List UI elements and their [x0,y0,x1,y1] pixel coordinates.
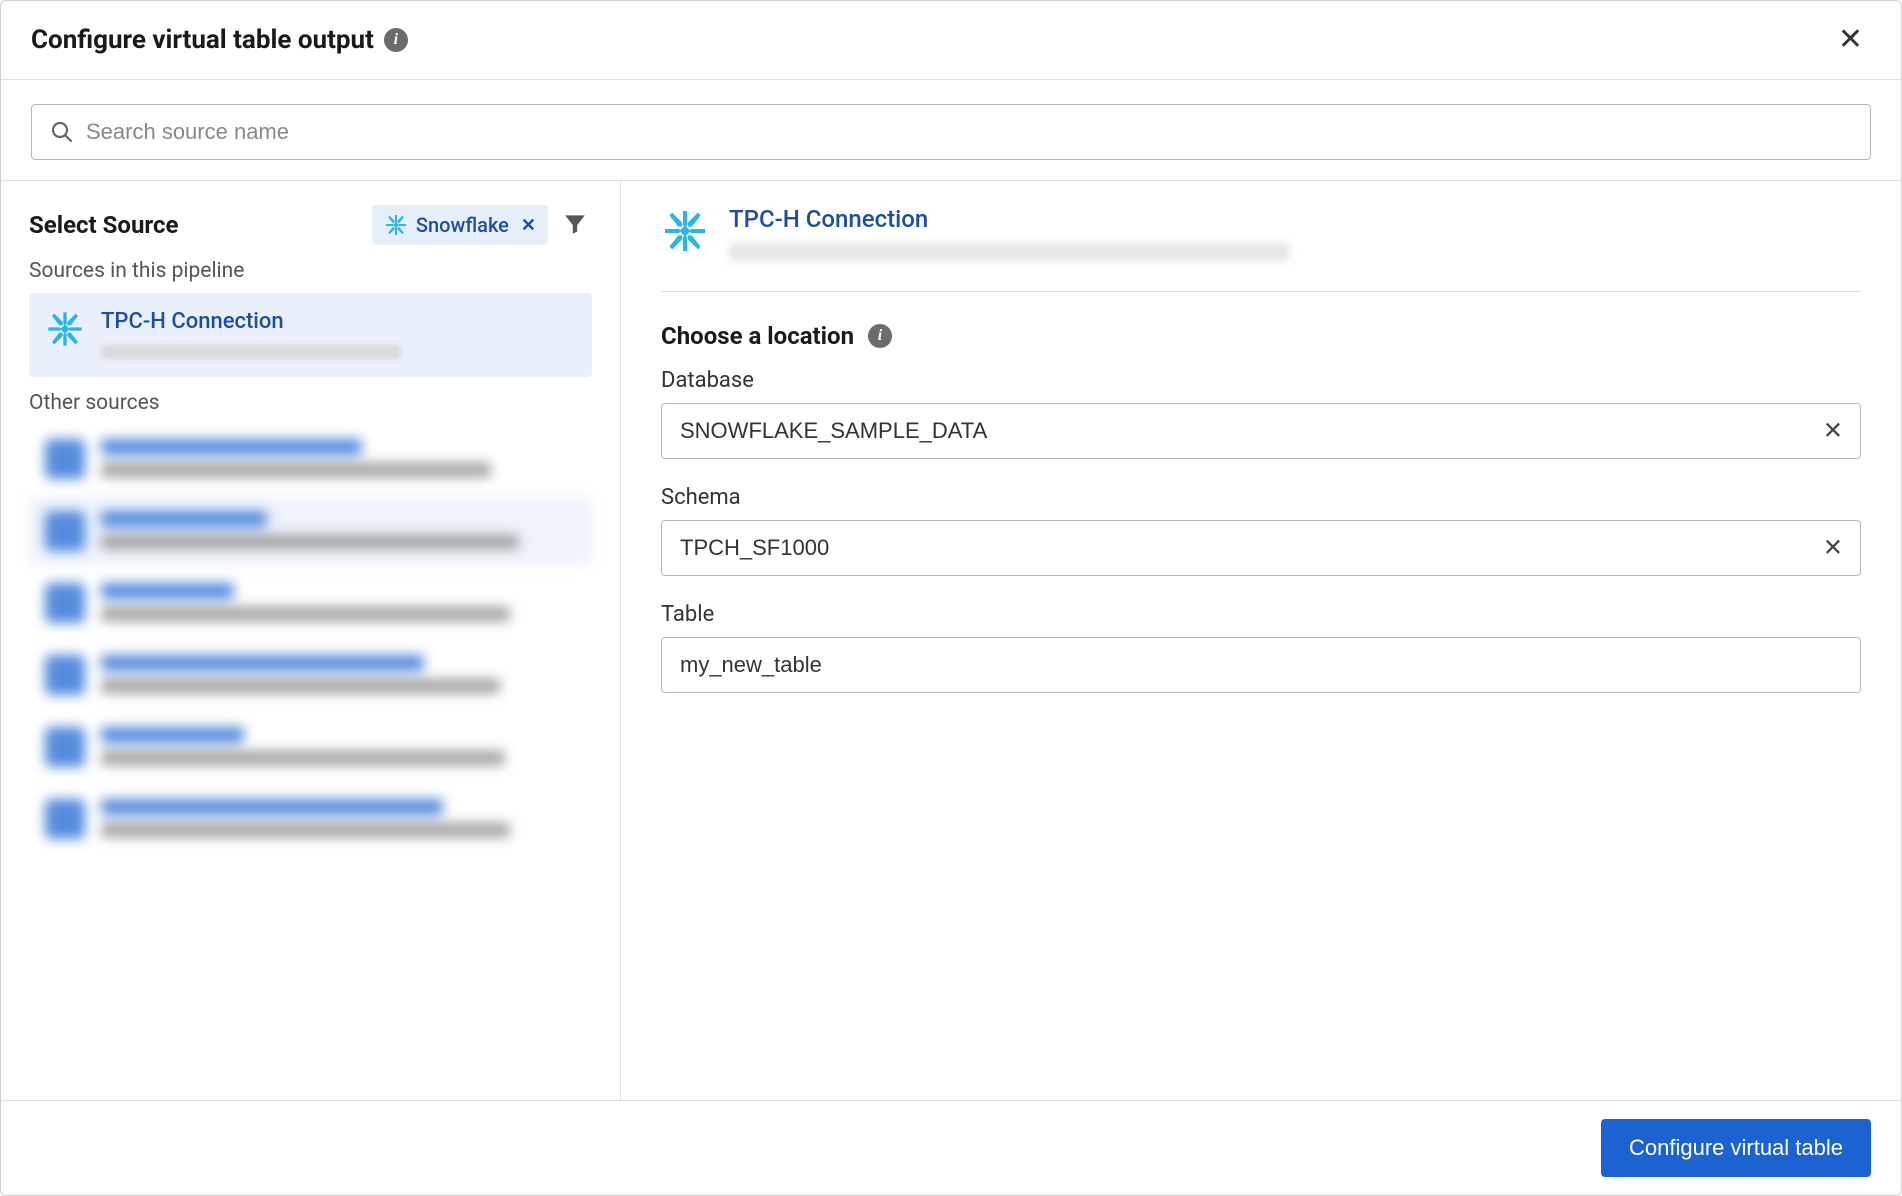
filter-group: Snowflake ✕ [372,205,592,245]
source-item-name: TPC-H Connection [101,307,401,338]
source-icon [45,511,85,551]
section-label-other: Other sources [29,391,592,415]
search-box[interactable] [31,104,1871,160]
dialog-footer: Configure virtual table [1,1100,1901,1195]
snowflake-icon [661,207,709,255]
field-group-table: Table [661,602,1861,693]
section-title: Choose a location [661,322,854,350]
database-input[interactable] [661,403,1861,459]
other-source-item[interactable] [29,569,592,637]
connection-sub [729,243,1289,261]
search-input[interactable] [86,119,1852,145]
filter-chip-label: Snowflake [416,213,509,237]
dialog-title: Configure virtual table output [31,25,374,55]
field-label-database: Database [661,368,1861,393]
source-icon [45,799,85,839]
right-panel: TPC-H Connection Choose a location i Dat… [621,181,1901,1100]
choose-location-header: Choose a location i [661,322,1861,350]
info-icon[interactable]: i [384,28,408,52]
source-item-sub [101,344,401,363]
source-item-tpch[interactable]: TPC-H Connection [29,293,592,377]
section-label-pipeline: Sources in this pipeline [29,259,592,283]
source-icon [45,727,85,767]
dialog-title-wrap: Configure virtual table output i [31,25,408,55]
other-source-item[interactable] [29,713,592,781]
other-source-item[interactable] [29,785,592,853]
main-split: Select Source Snowflake ✕ Sources in thi… [1,181,1901,1100]
search-icon [50,120,74,144]
configure-virtual-table-button[interactable]: Configure virtual table [1601,1119,1871,1177]
field-label-schema: Schema [661,485,1861,510]
source-item-text: TPC-H Connection [101,307,401,363]
field-group-schema: Schema ✕ [661,485,1861,576]
left-panel: Select Source Snowflake ✕ Sources in thi… [1,181,621,1100]
snowflake-icon [45,309,85,349]
other-source-item[interactable] [29,497,592,565]
connection-name: TPC-H Connection [729,205,1289,233]
clear-database-button[interactable]: ✕ [1815,413,1851,450]
filter-chip-remove-icon[interactable]: ✕ [521,215,536,236]
field-label-table: Table [661,602,1861,627]
info-icon[interactable]: i [868,324,892,348]
filter-button[interactable] [558,207,592,244]
snowflake-icon [384,213,408,237]
schema-input[interactable] [661,520,1861,576]
other-source-item[interactable] [29,641,592,709]
source-icon [45,655,85,695]
other-source-item[interactable] [29,425,592,493]
funnel-icon [562,211,588,237]
select-source-header: Select Source Snowflake ✕ [29,205,592,245]
search-row [1,80,1901,181]
connection-header: TPC-H Connection [661,205,1861,292]
connection-header-text: TPC-H Connection [729,205,1289,261]
configure-virtual-table-dialog: Configure virtual table output i ✕ Selec… [0,0,1902,1196]
field-group-database: Database ✕ [661,368,1861,459]
source-icon [45,439,85,479]
table-input[interactable] [661,637,1861,693]
select-source-title: Select Source [29,211,178,239]
source-icon [45,583,85,623]
dialog-header: Configure virtual table output i ✕ [1,1,1901,80]
close-button[interactable]: ✕ [1830,21,1871,59]
filter-chip-snowflake[interactable]: Snowflake ✕ [372,205,548,245]
clear-schema-button[interactable]: ✕ [1815,530,1851,567]
